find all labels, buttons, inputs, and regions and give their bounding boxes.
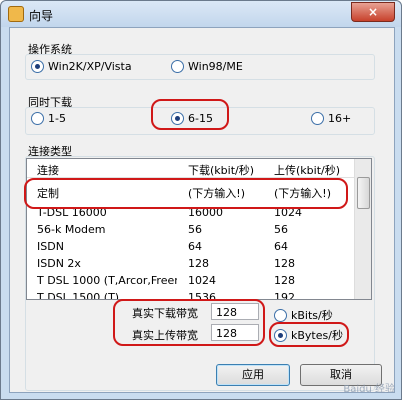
column-header-download[interactable]: 下载(kbit/秒) bbox=[188, 162, 272, 178]
os-option-win98[interactable]: Win98/ME bbox=[171, 60, 243, 73]
download-option-16plus[interactable]: 16+ bbox=[311, 112, 351, 125]
column-header-upload[interactable]: 上传(kbit/秒) bbox=[274, 162, 354, 178]
radio-icon bbox=[31, 112, 44, 125]
row-connection: ISDN bbox=[37, 240, 64, 253]
row-connection: 56-k Modem bbox=[37, 223, 106, 236]
os-option-win2k[interactable]: Win2K/XP/Vista bbox=[31, 60, 132, 73]
radio-icon bbox=[274, 308, 287, 322]
row-connection: T DSL 1000 (T,Arcor,Freen... bbox=[37, 274, 177, 287]
download-option-1-5[interactable]: 1-5 bbox=[31, 112, 66, 125]
annotation-circle-6-15 bbox=[151, 99, 229, 130]
list-row[interactable]: 56-k Modem 56 56 bbox=[27, 221, 354, 238]
os-option-label: Win2K/XP/Vista bbox=[48, 60, 132, 73]
list-row[interactable]: ISDN 64 64 bbox=[27, 238, 354, 255]
radio-icon bbox=[171, 60, 184, 73]
row-upload: 64 bbox=[274, 240, 288, 253]
list-row[interactable]: T DSL 1000 (T,Arcor,Freen... 1024 128 bbox=[27, 272, 354, 289]
unit-option-kbits[interactable]: kBits/秒 bbox=[274, 307, 333, 323]
row-upload: 128 bbox=[274, 274, 295, 287]
annotation-circle-custom-row bbox=[24, 178, 348, 209]
row-upload: 128 bbox=[274, 257, 295, 270]
list-header: 连接 下载(kbit/秒) 上传(kbit/秒) bbox=[27, 159, 354, 178]
radio-icon bbox=[31, 60, 44, 73]
list-row[interactable]: ISDN 2x 128 128 bbox=[27, 255, 354, 272]
download-option-label: 16+ bbox=[328, 112, 352, 125]
os-option-label: Win98/ME bbox=[188, 60, 243, 73]
close-button[interactable]: × bbox=[351, 2, 395, 22]
row-download: 56 bbox=[188, 223, 202, 236]
app-icon bbox=[8, 6, 24, 22]
row-download: 128 bbox=[188, 257, 209, 270]
column-header-connection[interactable]: 连接 bbox=[37, 162, 177, 178]
row-upload: 56 bbox=[274, 223, 288, 236]
download-option-label: 1-5 bbox=[48, 112, 66, 125]
scrollbar-thumb[interactable] bbox=[357, 177, 370, 209]
apply-button[interactable]: 应用 bbox=[216, 364, 290, 386]
wizard-window: 向导 × 操作系统 Win2K/XP/Vista Win98/ME 同时下载 1… bbox=[0, 0, 402, 400]
row-connection: ISDN 2x bbox=[37, 257, 81, 270]
watermark: Baidu 经验 bbox=[343, 384, 395, 395]
unit-option-label: kBits/秒 bbox=[291, 309, 333, 322]
list-scrollbar[interactable] bbox=[354, 159, 371, 299]
row-download: 64 bbox=[188, 240, 202, 253]
row-upload: 192 bbox=[274, 291, 295, 300]
annotation-circle-kbytes bbox=[269, 322, 349, 347]
radio-icon bbox=[311, 112, 324, 125]
row-download: 1024 bbox=[188, 274, 216, 287]
window-title: 向导 bbox=[29, 9, 54, 23]
annotation-circle-bandwidth bbox=[113, 299, 265, 346]
title-bar[interactable]: 向导 × bbox=[1, 1, 401, 27]
